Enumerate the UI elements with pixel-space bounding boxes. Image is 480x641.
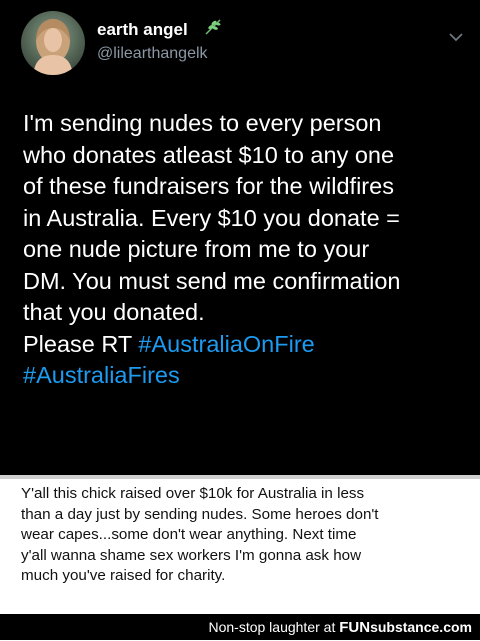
tweet-body: I'm sending nudes to every person who do… [23,108,473,392]
profile-avatar[interactable] [21,11,85,75]
tweet-text-line: who donates atleast $10 to any one [23,141,395,168]
tweet-text-line: DM. You must send me confirmation [23,267,401,294]
footer-tagline: Non-stop laughter at [208,619,336,635]
caption-line: wear capes...some don't wear anything. N… [21,526,357,543]
hashtag-link[interactable]: #AustraliaFires [23,362,180,388]
chevron-down-icon[interactable] [448,30,464,42]
avatar-image [21,11,85,75]
retweet-request-line: Please RT #AustraliaOnFire [23,329,473,361]
footer-brand[interactable]: FUNsubstance.com [339,619,472,636]
tweet-text-line: I'm sending nudes to every person [23,110,382,136]
hashtag-link[interactable]: #AustraliaOnFire [138,331,314,357]
tweet-card: earth angel @lilearthangelk I'm sending … [0,0,480,475]
brand-mark: FUN [339,619,371,636]
rt-prefix: Please RT [23,330,132,357]
caption-line: Y'all this chick raised over $10k for Au… [21,485,365,502]
caption-block: Y'all this chick raised over $10k for Au… [21,484,473,587]
hashtag-line: #AustraliaFires [23,360,473,392]
divider [0,475,480,479]
caption-line: much you've raised for charity. [21,567,226,584]
caption-line: y'all wanna shame sex workers I'm gonna … [21,546,362,564]
tweet-text-line: of these fundraisers for the wildfires [23,173,394,199]
brand-rest: substance.com [370,619,472,635]
leaf-sprig-icon [203,17,223,37]
tweet-text-line: one nude picture from me to your [23,236,370,262]
caption-line: than a day just by sending nudes. Some h… [21,505,379,523]
tweet-text-line: in Australia. Every $10 you donate = [23,204,400,231]
tweet-text-line: that you donated. [23,299,205,325]
display-name[interactable]: earth angel [97,20,188,40]
watermark-footer: Non-stop laughter at FUNsubstance.com [0,614,480,640]
user-handle[interactable]: @lilearthangelk [97,45,208,63]
